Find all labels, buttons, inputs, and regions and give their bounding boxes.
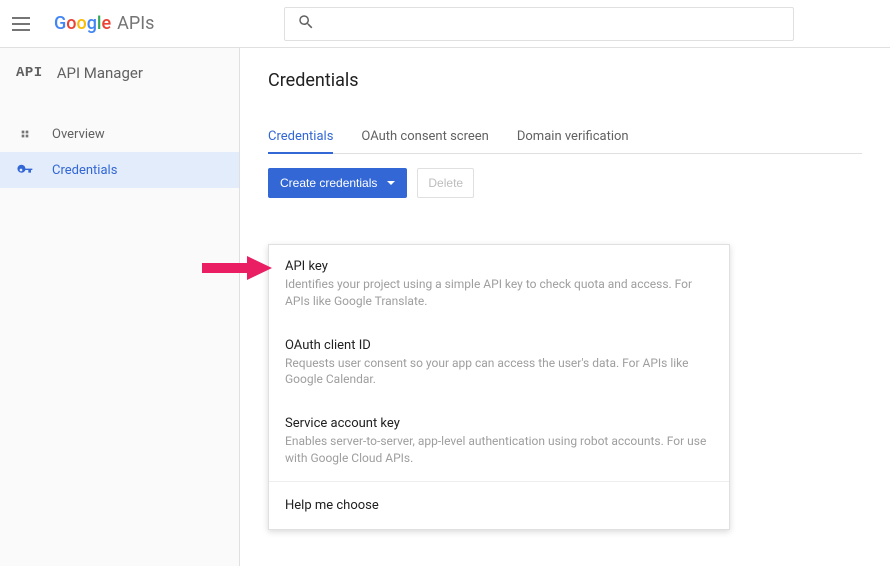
dropdown-item-service-account[interactable]: Service account key Enables server-to-se… [269,402,729,481]
dropdown-item-desc: Identifies your project using a simple A… [285,276,713,310]
content-area: Credentials Credentials OAuth consent sc… [240,48,890,566]
api-icon: API [16,65,43,81]
chevron-down-icon [387,181,395,185]
dropdown-item-api-key[interactable]: API key Identifies your project using a … [269,245,729,324]
dropdown-item-title: OAuth client ID [285,338,713,353]
create-credentials-button[interactable]: Create credentials [268,168,407,198]
key-icon [16,162,34,178]
page-title: Credentials [268,70,862,91]
search-input[interactable] [323,16,781,32]
search-icon [297,13,315,35]
menu-icon[interactable] [12,12,36,36]
dropdown-item-oauth-client[interactable]: OAuth client ID Requests user consent so… [269,324,729,403]
tab-credentials[interactable]: Credentials [268,121,333,154]
sidebar: API API Manager Overview Credentials [0,48,240,566]
sidebar-item-overview[interactable]: Overview [0,116,239,152]
top-header: Google APIs [0,0,890,48]
dropdown-item-title: Service account key [285,416,713,431]
create-credentials-dropdown: API key Identifies your project using a … [268,244,730,530]
delete-button[interactable]: Delete [417,168,474,198]
dropdown-item-help-choose[interactable]: Help me choose [269,482,729,529]
sidebar-item-credentials[interactable]: Credentials [0,152,239,188]
google-apis-logo[interactable]: Google APIs [54,13,154,34]
sidebar-item-label: Overview [52,127,105,142]
tab-domain-verification[interactable]: Domain verification [517,121,629,154]
tab-oauth-consent[interactable]: OAuth consent screen [361,121,488,154]
dropdown-item-desc: Requests user consent so your app can ac… [285,355,713,389]
sidebar-item-label: Credentials [52,163,117,178]
dropdown-item-desc: Enables server-to-server, app-level auth… [285,433,713,467]
action-bar: Create credentials Delete [268,168,862,198]
tabs: Credentials OAuth consent screen Domain … [268,121,862,154]
overview-icon [16,126,34,142]
create-credentials-label: Create credentials [280,176,377,190]
product-title: API API Manager [0,48,239,98]
annotation-arrow-icon [202,253,272,283]
logo-suffix: APIs [117,13,154,34]
search-box[interactable] [284,7,794,41]
dropdown-item-title: API key [285,259,713,274]
product-name: API Manager [57,64,143,82]
